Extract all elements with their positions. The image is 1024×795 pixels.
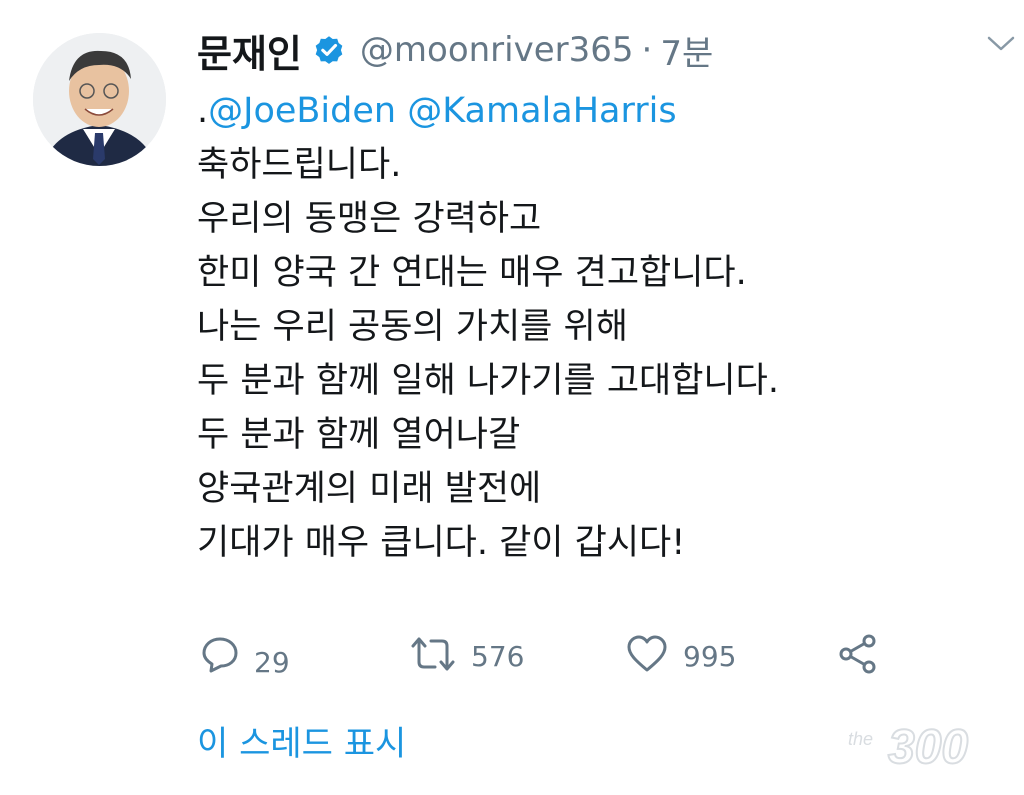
like-count: 995 <box>683 639 737 673</box>
share-button[interactable] <box>837 626 879 686</box>
tweet-line: 두 분과 함께 열어나갈 <box>197 415 521 455</box>
reply-button[interactable]: 29 <box>200 626 290 686</box>
mention-joebiden[interactable]: @JoeBiden <box>208 91 396 131</box>
tweet-header: 문재인 @moonriver365 · 7분 <box>197 22 713 78</box>
tweet-line: 나는 우리 공동의 가치를 위해 <box>197 307 628 347</box>
like-button[interactable]: 995 <box>625 626 736 686</box>
svg-text:300: 300 <box>888 721 968 771</box>
tweet-line: 축하드립니다. <box>197 145 402 185</box>
author-name[interactable]: 문재인 <box>197 23 302 78</box>
like-icon <box>625 634 669 678</box>
tweet-line: 한미 양국 간 연대는 매우 견고합니다. <box>197 253 747 293</box>
avatar[interactable] <box>33 33 166 166</box>
chevron-down-icon[interactable] <box>986 34 1016 58</box>
share-icon <box>837 633 879 679</box>
tweet-time[interactable]: 7분 <box>660 26 713 75</box>
verified-badge-icon <box>312 33 346 67</box>
author-handle[interactable]: @moonriver365 <box>360 30 634 70</box>
retweet-button[interactable]: 576 <box>409 626 524 686</box>
separator: · <box>641 30 653 70</box>
tweet-line: 기대가 매우 큽니다. 같이 갑시다! <box>197 523 686 563</box>
watermark-logo: the 300 <box>848 711 1008 775</box>
mention-prefix: . <box>197 91 209 131</box>
mention-kamalaharris[interactable]: @KamalaHarris <box>407 91 676 131</box>
show-thread-link[interactable]: 이 스레드 표시 <box>197 716 406 765</box>
retweet-icon <box>409 634 457 678</box>
tweet-line: 우리의 동맹은 강력하고 <box>197 199 542 239</box>
tweet-actions: 29 576 995 <box>197 626 897 686</box>
retweet-count: 576 <box>471 639 525 673</box>
mentions-line: .@JoeBiden @KamalaHarris <box>197 84 997 138</box>
reply-icon <box>200 634 240 678</box>
reply-count: 29 <box>254 645 290 679</box>
tweet-line: 양국관계의 미래 발전에 <box>197 469 542 509</box>
tweet-line: 두 분과 함께 일해 나가기를 고대합니다. <box>197 361 779 401</box>
tweet-text: .@JoeBiden @KamalaHarris 축하드립니다. 우리의 동맹은… <box>197 84 997 570</box>
svg-text:the: the <box>848 729 873 749</box>
